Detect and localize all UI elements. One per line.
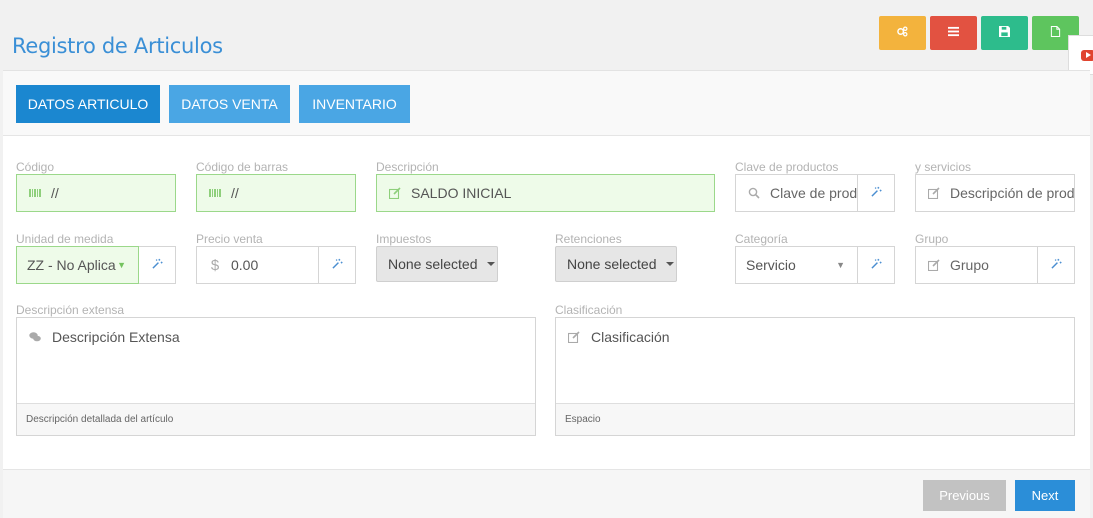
list-button[interactable] <box>930 16 977 50</box>
clave-productos-label: Clave de productos <box>735 160 839 174</box>
descripcion-extensa-label: Descripción extensa <box>16 303 125 317</box>
categoria-label: Categoría <box>735 232 788 246</box>
clasificacion-placeholder: Clasificación <box>591 329 670 345</box>
magic-wand-icon <box>870 256 882 274</box>
edit-icon <box>568 331 582 343</box>
settings-button[interactable] <box>879 16 926 50</box>
precio-venta-label: Precio venta <box>196 232 263 246</box>
servicios-placeholder: Descripción de prod <box>950 185 1075 201</box>
video-help-tab[interactable] <box>1068 35 1093 75</box>
magic-wand-icon <box>151 256 163 274</box>
grupo-wand-button[interactable] <box>1038 246 1075 284</box>
categoria-wand-button[interactable] <box>858 246 895 284</box>
save-icon <box>999 24 1010 42</box>
chevron-down-icon: ▼ <box>117 260 126 270</box>
precio-venta-value: 0.00 <box>231 257 259 273</box>
precio-venta-field[interactable]: $ 0.00 <box>196 246 319 284</box>
new-file-icon <box>1050 24 1061 42</box>
barcode-icon <box>208 187 222 199</box>
categoria-value: Servicio <box>746 257 796 273</box>
impuestos-label: Impuestos <box>376 232 432 246</box>
tab-datos-venta[interactable]: DATOS VENTA <box>169 85 290 123</box>
codigo-field[interactable]: // <box>16 174 176 212</box>
unidad-medida-wand-button[interactable] <box>139 246 176 284</box>
caret-down-icon <box>665 262 674 266</box>
barcode-icon <box>28 187 42 199</box>
unidad-medida-select[interactable]: ZZ - No Aplica ▼ <box>16 246 139 284</box>
wizard-footer: Previous Next <box>3 469 1090 518</box>
tab-inventario[interactable]: INVENTARIO <box>299 85 410 123</box>
clave-productos-wand-button[interactable] <box>858 174 895 212</box>
caret-down-icon <box>486 262 495 266</box>
form-panel: DATOS ARTICULO DATOS VENTA INVENTARIO Có… <box>3 70 1090 518</box>
tab-datos-articulo[interactable]: DATOS ARTICULO <box>16 85 160 123</box>
clasificacion-content: Clasificación <box>568 329 670 345</box>
next-button[interactable]: Next <box>1015 480 1075 511</box>
youtube-icon <box>1081 49 1093 61</box>
codigo-barras-label: Código de barras <box>196 160 289 174</box>
unidad-medida-value: ZZ - No Aplica <box>27 257 116 273</box>
descripcion-extensa-help: Descripción detallada del artículo <box>17 403 535 435</box>
grupo-placeholder: Grupo <box>950 257 989 273</box>
servicios-label: y servicios <box>915 160 972 174</box>
magic-wand-icon <box>331 256 343 274</box>
gears-icon <box>897 24 908 42</box>
clasificacion-help: Espacio <box>556 403 1074 435</box>
codigo-label: Código <box>16 160 55 174</box>
clasificacion-textarea[interactable]: Clasificación Espacio <box>555 317 1075 436</box>
grupo-field[interactable]: Grupo <box>915 246 1038 284</box>
categoria-select[interactable]: Servicio ▼ <box>735 246 858 284</box>
retenciones-label: Retenciones <box>555 232 622 246</box>
clasificacion-label: Clasificación <box>555 303 623 317</box>
tab-bar: DATOS ARTICULO DATOS VENTA INVENTARIO <box>3 71 1090 136</box>
retenciones-multiselect[interactable]: None selected <box>555 246 677 282</box>
grupo-label: Grupo <box>915 232 949 246</box>
magic-wand-icon <box>1050 256 1062 274</box>
save-button[interactable] <box>981 16 1028 50</box>
descripcion-extensa-placeholder: Descripción Extensa <box>52 329 180 345</box>
magic-wand-icon <box>870 184 882 202</box>
search-icon <box>747 187 761 199</box>
comments-icon <box>29 331 43 343</box>
unidad-medida-label: Unidad de medida <box>16 232 114 246</box>
list-icon <box>948 24 959 42</box>
descripcion-field[interactable]: SALDO INICIAL <box>376 174 715 212</box>
codigo-barras-value: // <box>231 185 239 201</box>
descripcion-extensa-textarea[interactable]: Descripción Extensa Descripción detallad… <box>16 317 536 436</box>
codigo-value: // <box>51 185 59 201</box>
previous-button[interactable]: Previous <box>923 480 1006 511</box>
edit-icon <box>388 187 402 199</box>
descripcion-value: SALDO INICIAL <box>411 185 512 201</box>
clave-productos-placeholder: Clave de prod <box>770 185 858 201</box>
retenciones-value: None selected <box>567 256 657 272</box>
impuestos-value: None selected <box>388 256 478 272</box>
codigo-barras-field[interactable]: // <box>196 174 356 212</box>
clave-productos-field[interactable]: Clave de prod <box>735 174 858 212</box>
descripcion-extensa-content: Descripción Extensa <box>29 329 180 345</box>
dollar-icon: $ <box>210 256 220 274</box>
precio-venta-wand-button[interactable] <box>319 246 356 284</box>
edit-icon <box>927 259 941 271</box>
descripcion-label: Descripción <box>376 160 439 174</box>
servicios-field[interactable]: Descripción de prod <box>915 174 1075 212</box>
impuestos-multiselect[interactable]: None selected <box>376 246 498 282</box>
page-title: Registro de Articulos <box>12 34 223 58</box>
edit-icon <box>927 187 941 199</box>
chevron-down-icon: ▼ <box>836 260 845 270</box>
